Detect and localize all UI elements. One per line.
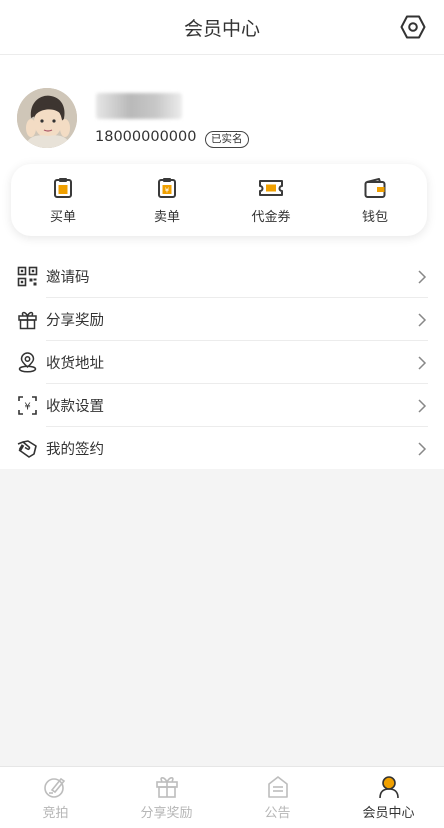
auction-icon bbox=[43, 775, 69, 799]
gift-icon bbox=[17, 309, 38, 330]
chevron-right-icon bbox=[416, 269, 428, 285]
clipboard-icon: ¥ bbox=[155, 176, 179, 200]
menu-item-label: 收款设置 bbox=[46, 399, 104, 415]
ticket-icon bbox=[258, 176, 284, 200]
quick-action-label: 钱包 bbox=[361, 209, 388, 225]
svg-text:¥: ¥ bbox=[165, 186, 170, 194]
tab-member-center[interactable]: 会员中心 bbox=[333, 767, 444, 828]
menu-item-invite-code[interactable]: 邀请码 bbox=[0, 255, 444, 298]
menu-list: 邀请码 分享奖励 收货地址 ¥ 收款设置 我的签约 bbox=[0, 255, 444, 469]
wallet-icon bbox=[363, 176, 387, 200]
quick-action-label: 代金券 bbox=[251, 209, 291, 225]
menu-item-label: 我的签约 bbox=[46, 442, 104, 458]
quick-action-voucher[interactable]: 代金券 bbox=[219, 164, 323, 236]
quick-action-label: 买单 bbox=[49, 209, 76, 225]
menu-item-payment-settings[interactable]: ¥ 收款设置 bbox=[0, 384, 444, 427]
verified-badge: 已实名 bbox=[205, 131, 249, 148]
quick-action-sell-order[interactable]: ¥ 卖单 bbox=[115, 164, 219, 236]
tab-auction[interactable]: 竞拍 bbox=[0, 767, 111, 828]
tab-label: 会员中心 bbox=[362, 805, 415, 821]
phone-number: 18000000000 bbox=[95, 129, 197, 145]
settings-hex-icon[interactable] bbox=[400, 14, 426, 40]
menu-item-shipping-address[interactable]: 收货地址 bbox=[0, 341, 444, 384]
scan-payment-icon: ¥ bbox=[17, 395, 38, 416]
handshake-icon bbox=[17, 438, 38, 459]
avatar[interactable] bbox=[17, 88, 77, 148]
svg-text:¥: ¥ bbox=[24, 402, 30, 413]
quick-action-label: 卖单 bbox=[153, 209, 180, 225]
chevron-right-icon bbox=[416, 312, 428, 328]
menu-item-label: 邀请码 bbox=[46, 270, 90, 286]
quick-action-wallet[interactable]: 钱包 bbox=[323, 164, 427, 236]
gift-icon bbox=[154, 775, 180, 799]
bottom-tab-bar: 竞拍 分享奖励 公告 会员中心 bbox=[0, 766, 444, 828]
menu-item-label: 收货地址 bbox=[46, 356, 104, 372]
tab-share-reward[interactable]: 分享奖励 bbox=[111, 767, 222, 828]
menu-item-my-contract[interactable]: 我的签约 bbox=[0, 427, 444, 470]
clipboard-icon bbox=[51, 176, 75, 200]
page-title: 会员中心 bbox=[183, 17, 260, 40]
chevron-right-icon bbox=[416, 441, 428, 457]
quick-actions-card: 买单 ¥ 卖单 代金券 钱包 bbox=[11, 164, 427, 236]
notice-icon bbox=[265, 775, 291, 799]
chevron-right-icon bbox=[416, 398, 428, 414]
menu-item-share-reward[interactable]: 分享奖励 bbox=[0, 298, 444, 341]
tab-label: 公告 bbox=[264, 805, 291, 821]
chevron-right-icon bbox=[416, 355, 428, 371]
quick-action-buy-order[interactable]: 买单 bbox=[11, 164, 115, 236]
username-masked bbox=[96, 93, 182, 119]
menu-item-label: 分享奖励 bbox=[46, 313, 104, 329]
location-icon bbox=[17, 352, 38, 373]
tab-label: 分享奖励 bbox=[140, 805, 193, 821]
tab-notice[interactable]: 公告 bbox=[222, 767, 333, 828]
tab-label: 竞拍 bbox=[42, 805, 69, 821]
qrcode-icon bbox=[17, 266, 38, 287]
top-bar: 会员中心 bbox=[0, 0, 444, 55]
user-icon bbox=[376, 775, 402, 799]
